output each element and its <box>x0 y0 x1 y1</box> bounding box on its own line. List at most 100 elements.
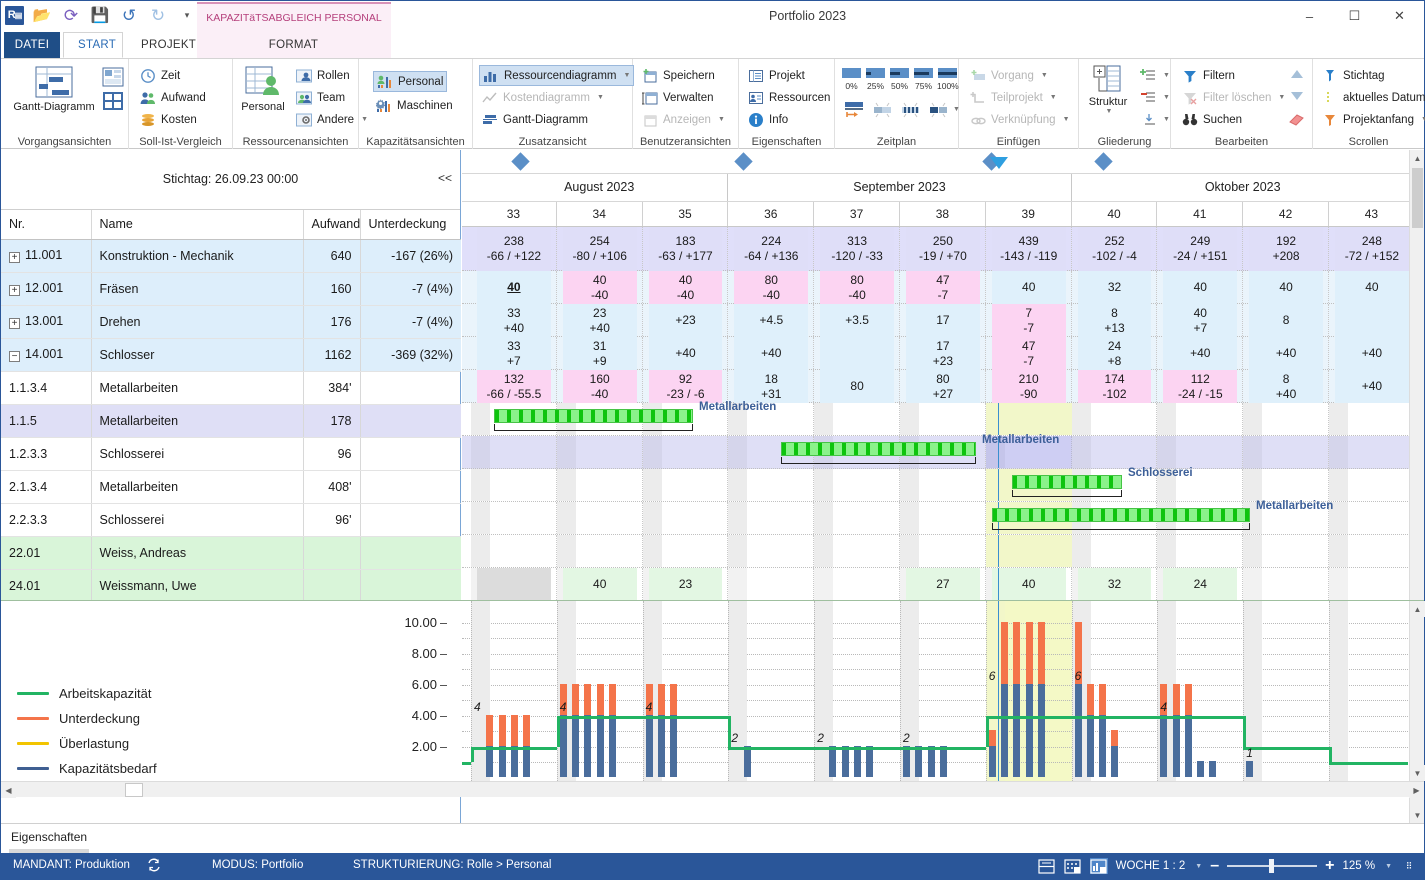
info-button[interactable]: Info <box>745 109 791 130</box>
chart-bar-kapazitaetsbedarf[interactable] <box>670 714 678 777</box>
timeline-cell[interactable]: 92 -23 / -6 <box>648 370 723 403</box>
scrollbar-thumb[interactable] <box>125 783 143 797</box>
timeline-cell[interactable]: 8 +13 <box>1077 304 1152 337</box>
scroll-down-icon[interactable]: ▼ <box>1410 765 1425 781</box>
progress-100-button[interactable]: 100% <box>937 67 959 91</box>
scroll-up-icon[interactable]: ▲ <box>1410 601 1425 617</box>
timeline-cell[interactable]: +40 <box>1335 370 1409 403</box>
chart-bar-kapazitaetsbedarf[interactable] <box>608 714 616 777</box>
chart-bar-unterdeckung[interactable] <box>572 683 580 715</box>
suchen-button[interactable]: Suchen <box>1179 109 1245 130</box>
chevron-down-icon[interactable]: ▼ <box>1163 72 1170 79</box>
chart-bar-kapazitaetsbedarf[interactable] <box>1037 683 1045 777</box>
chart-bar-unterdeckung[interactable] <box>1184 683 1192 715</box>
tab-format[interactable]: FORMAT <box>256 32 331 58</box>
week-header[interactable]: 38 <box>900 202 986 226</box>
chart-bar-unterdeckung[interactable] <box>1111 730 1119 746</box>
timeline-cell[interactable]: 238 -66 / +122 <box>477 227 551 271</box>
progress-buttons[interactable]: 0% 25% 50% 75% 100% <box>841 67 959 91</box>
chart-bar-kapazitaetsbedarf[interactable] <box>1197 761 1205 777</box>
chart-bar-kapazitaetsbedarf[interactable] <box>1001 683 1009 777</box>
struktur-button[interactable]: Struktur ▼ <box>1079 64 1137 115</box>
gantt-bar[interactable] <box>494 409 693 423</box>
week-header[interactable]: 42 <box>1243 202 1329 226</box>
gantt-bar[interactable] <box>1012 475 1122 489</box>
timeline-cell[interactable]: 439 -143 / -119 <box>991 227 1066 271</box>
timeline-cell[interactable]: 47 -7 <box>991 337 1066 370</box>
resource-cell[interactable]: 27 <box>906 568 980 601</box>
maximize-button[interactable]: ☐ <box>1332 1 1377 31</box>
timeline-cell[interactable]: 313 -120 / -33 <box>820 227 894 271</box>
chart-bar-kapazitaetsbedarf[interactable] <box>927 745 935 777</box>
timeline-cell[interactable]: 24 +8 <box>1077 337 1152 370</box>
scroll-down-icon[interactable]: ▼ <box>1410 807 1424 823</box>
ressourcendiagramm-button[interactable]: Ressourcendiagramm ▼ <box>479 65 635 86</box>
resource-cell[interactable] <box>820 568 894 601</box>
timeline-cell[interactable]: +40 <box>648 337 723 370</box>
timeline-cell[interactable]: 40 <box>1335 271 1409 304</box>
timeline-cell[interactable]: 33 +7 <box>477 337 551 370</box>
chart-bar-unterdeckung[interactable] <box>657 683 665 715</box>
chart-bar-unterdeckung[interactable] <box>1172 683 1180 715</box>
resource-view-icon[interactable] <box>1089 858 1108 874</box>
chart-bar-kapazitaetsbedarf[interactable] <box>572 714 580 777</box>
vorgang-einfuegen-button[interactable]: Vorgang ▼ <box>967 65 1051 86</box>
resource-cell[interactable]: 23 <box>648 568 723 601</box>
kosten-button[interactable]: Kosten <box>137 109 200 130</box>
chart-bar-kapazitaetsbedarf[interactable] <box>939 745 947 777</box>
aufwand-button[interactable]: Aufwand <box>137 87 209 108</box>
rollen-button[interactable]: Rollen <box>293 65 353 86</box>
chart-bar-unterdeckung[interactable] <box>1025 621 1033 684</box>
gantt-bar[interactable] <box>781 442 976 456</box>
table-row[interactable]: +11.001 Konstruktion - Mechanik 640 -167 (2… <box>1 239 461 273</box>
timeline-cell[interactable] <box>820 337 894 370</box>
teilprojekt-einfuegen-button[interactable]: Teilprojekt ▼ <box>967 87 1060 108</box>
schedule-buttons[interactable]: ▼ <box>844 101 960 118</box>
timeline-cell[interactable]: 23 +40 <box>562 304 637 337</box>
resource-cell[interactable] <box>1249 568 1323 601</box>
week-header[interactable]: 37 <box>814 202 900 226</box>
close-button[interactable]: ✕ <box>1377 1 1422 31</box>
timeline-cell[interactable]: 32 <box>1077 271 1152 304</box>
chart-bar-unterdeckung[interactable] <box>670 683 678 715</box>
chevron-down-icon[interactable]: ▼ <box>1163 94 1170 101</box>
legend-item-kapazitaetsbedarf[interactable]: Kapazitätsbedarf <box>17 756 157 781</box>
undo-icon[interactable]: ↺ <box>118 4 140 26</box>
outline-add-button[interactable]: ▼ <box>1137 65 1173 86</box>
chart-bar-kapazitaetsbedarf[interactable] <box>596 714 604 777</box>
chart-bar-kapazitaetsbedarf[interactable] <box>498 745 506 777</box>
timeline-cell[interactable]: 249 -24 / +151 <box>1163 227 1238 271</box>
collapse-button[interactable]: << <box>438 171 452 185</box>
resize-grip-icon[interactable]: ⠿ <box>1400 858 1418 874</box>
resource-cell[interactable]: 40 <box>991 568 1066 601</box>
resource-cell[interactable]: 24 <box>1163 568 1238 601</box>
zoom-slider[interactable] <box>1227 859 1318 873</box>
chart-bar-unterdeckung[interactable] <box>988 730 996 746</box>
projektanfang-button[interactable]: Projektanfang ▼ <box>1319 109 1425 130</box>
timeline-cell[interactable]: 80 +27 <box>906 370 980 403</box>
stichtag-button[interactable]: Stichtag <box>1319 65 1388 86</box>
chart-bar-unterdeckung[interactable] <box>1086 683 1094 715</box>
ressourcen-props-button[interactable]: Ressourcen <box>745 87 833 108</box>
timeline-cell[interactable]: 7 -7 <box>991 304 1066 337</box>
chart-bar-unterdeckung[interactable] <box>1001 621 1009 684</box>
ansicht-speichern-button[interactable]: Speichern <box>639 65 718 86</box>
eraser-icon[interactable] <box>1287 111 1306 130</box>
split-view-icon[interactable] <box>1038 858 1056 874</box>
chart-bar-kapazitaetsbedarf[interactable] <box>645 714 653 777</box>
timeline-cell[interactable]: 18 +31 <box>734 370 809 403</box>
chart-bar-kapazitaetsbedarf[interactable] <box>1013 683 1021 777</box>
timeline-cell[interactable]: 250 -19 / +70 <box>906 227 980 271</box>
chart-bar-unterdeckung[interactable] <box>584 683 592 715</box>
chart-bar-kapazitaetsbedarf[interactable] <box>1160 714 1168 777</box>
personal-view-button[interactable]: Personal <box>233 65 293 113</box>
gantt-diagramm-button[interactable]: Gantt-Diagramm <box>8 65 100 113</box>
zeit-button[interactable]: Zeit <box>137 65 183 86</box>
chart-bar-kapazitaetsbedarf[interactable] <box>1246 761 1254 777</box>
resource-cell[interactable]: 40 <box>562 568 637 601</box>
progress-25-button[interactable]: 25% <box>865 67 886 91</box>
row-expander[interactable]: + <box>9 252 20 263</box>
legend-item-ueberlastung[interactable]: Überlastung <box>17 731 157 756</box>
table-row[interactable]: +12.001 Fräsen 160 -7 (4%) <box>1 272 461 306</box>
sync-icon[interactable] <box>146 857 162 876</box>
